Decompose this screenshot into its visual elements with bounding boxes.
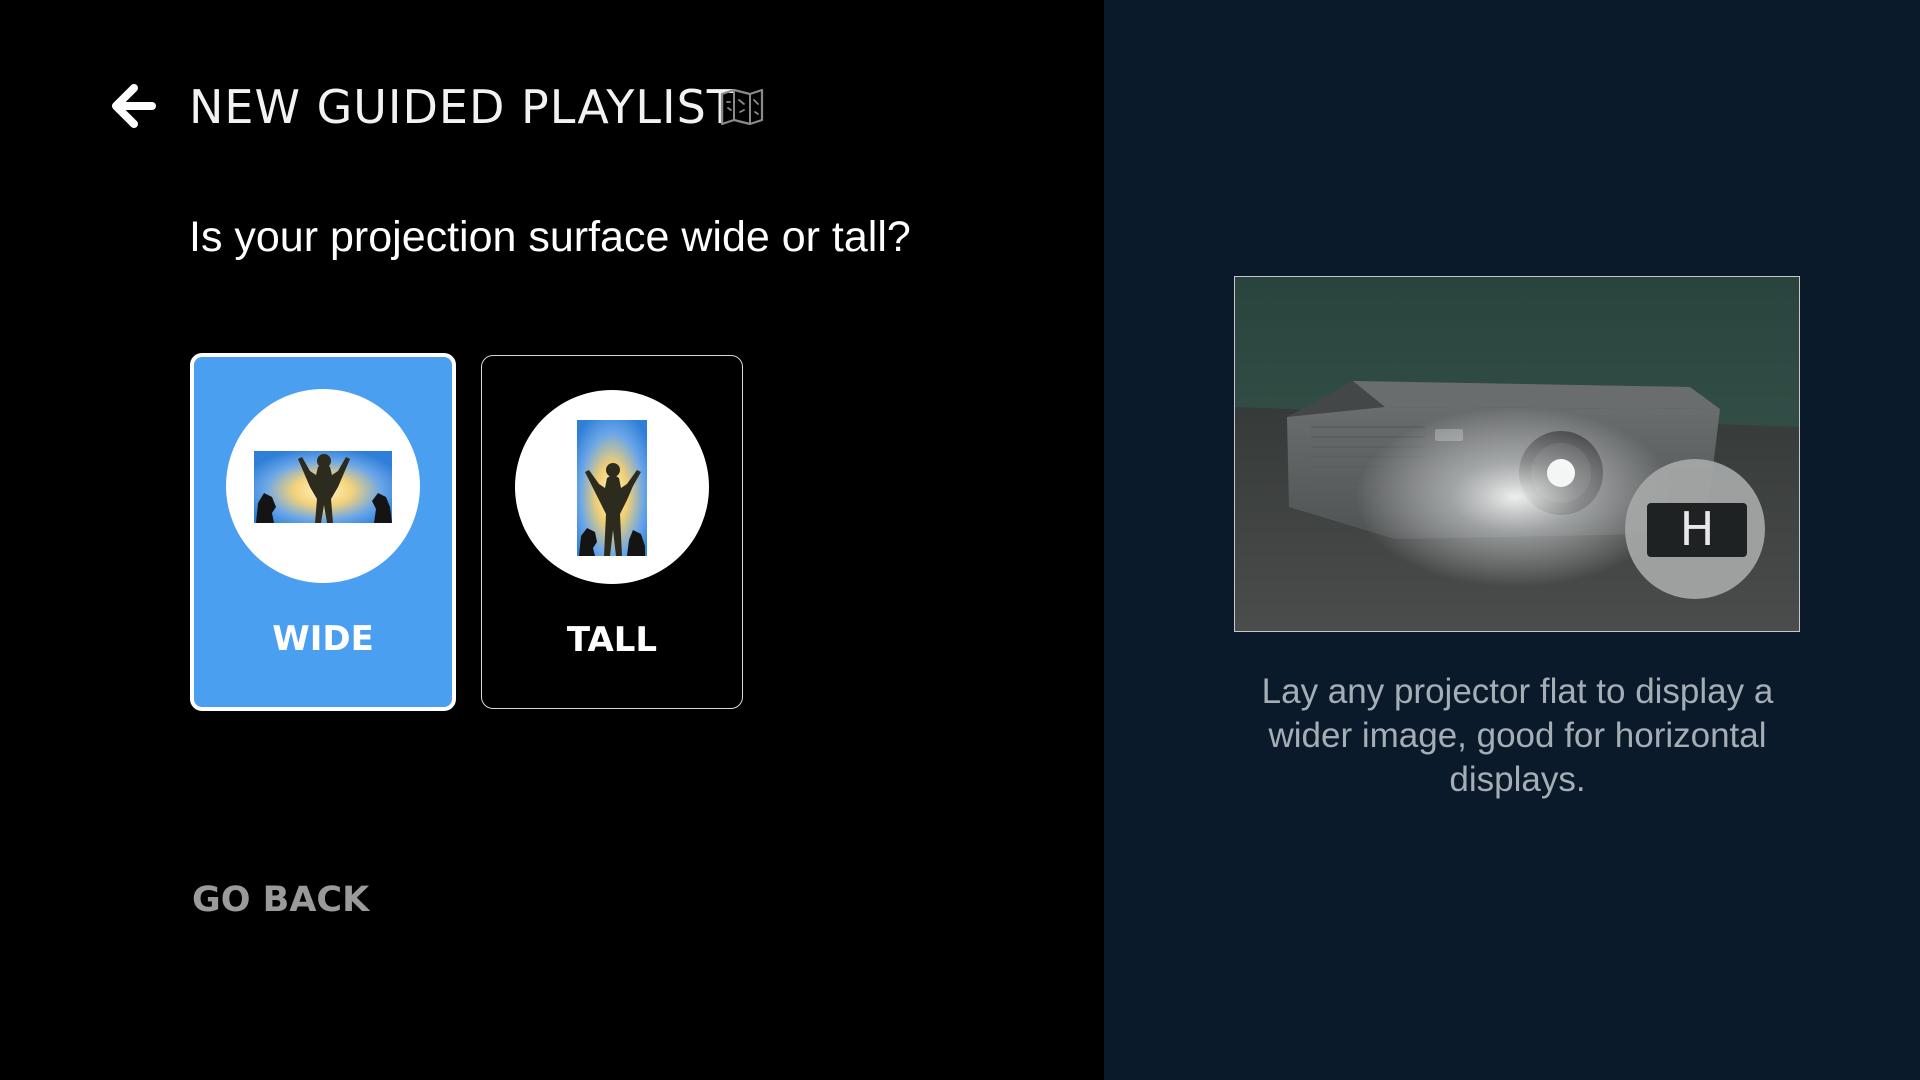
go-back-button[interactable]: GO BACK	[192, 880, 369, 920]
option-wide-label: WIDE	[272, 619, 374, 659]
projector-preview-image: H	[1234, 276, 1800, 632]
option-tall-label: TALL	[566, 620, 658, 660]
map-icon	[720, 88, 764, 126]
option-wide-card[interactable]: WIDE	[190, 353, 456, 711]
orientation-badge: H	[1680, 502, 1715, 556]
wide-surface-illustration	[226, 389, 420, 583]
question-heading: Is your projection surface wide or tall?	[189, 213, 911, 261]
preview-caption: Lay any projector flat to display a wide…	[1261, 672, 1774, 799]
option-tall-card[interactable]: TALL	[481, 355, 743, 709]
page-title: NEW GUIDED PLAYLIST	[189, 80, 736, 134]
tall-surface-illustration	[515, 390, 709, 584]
arrow-left-icon[interactable]	[110, 82, 158, 130]
